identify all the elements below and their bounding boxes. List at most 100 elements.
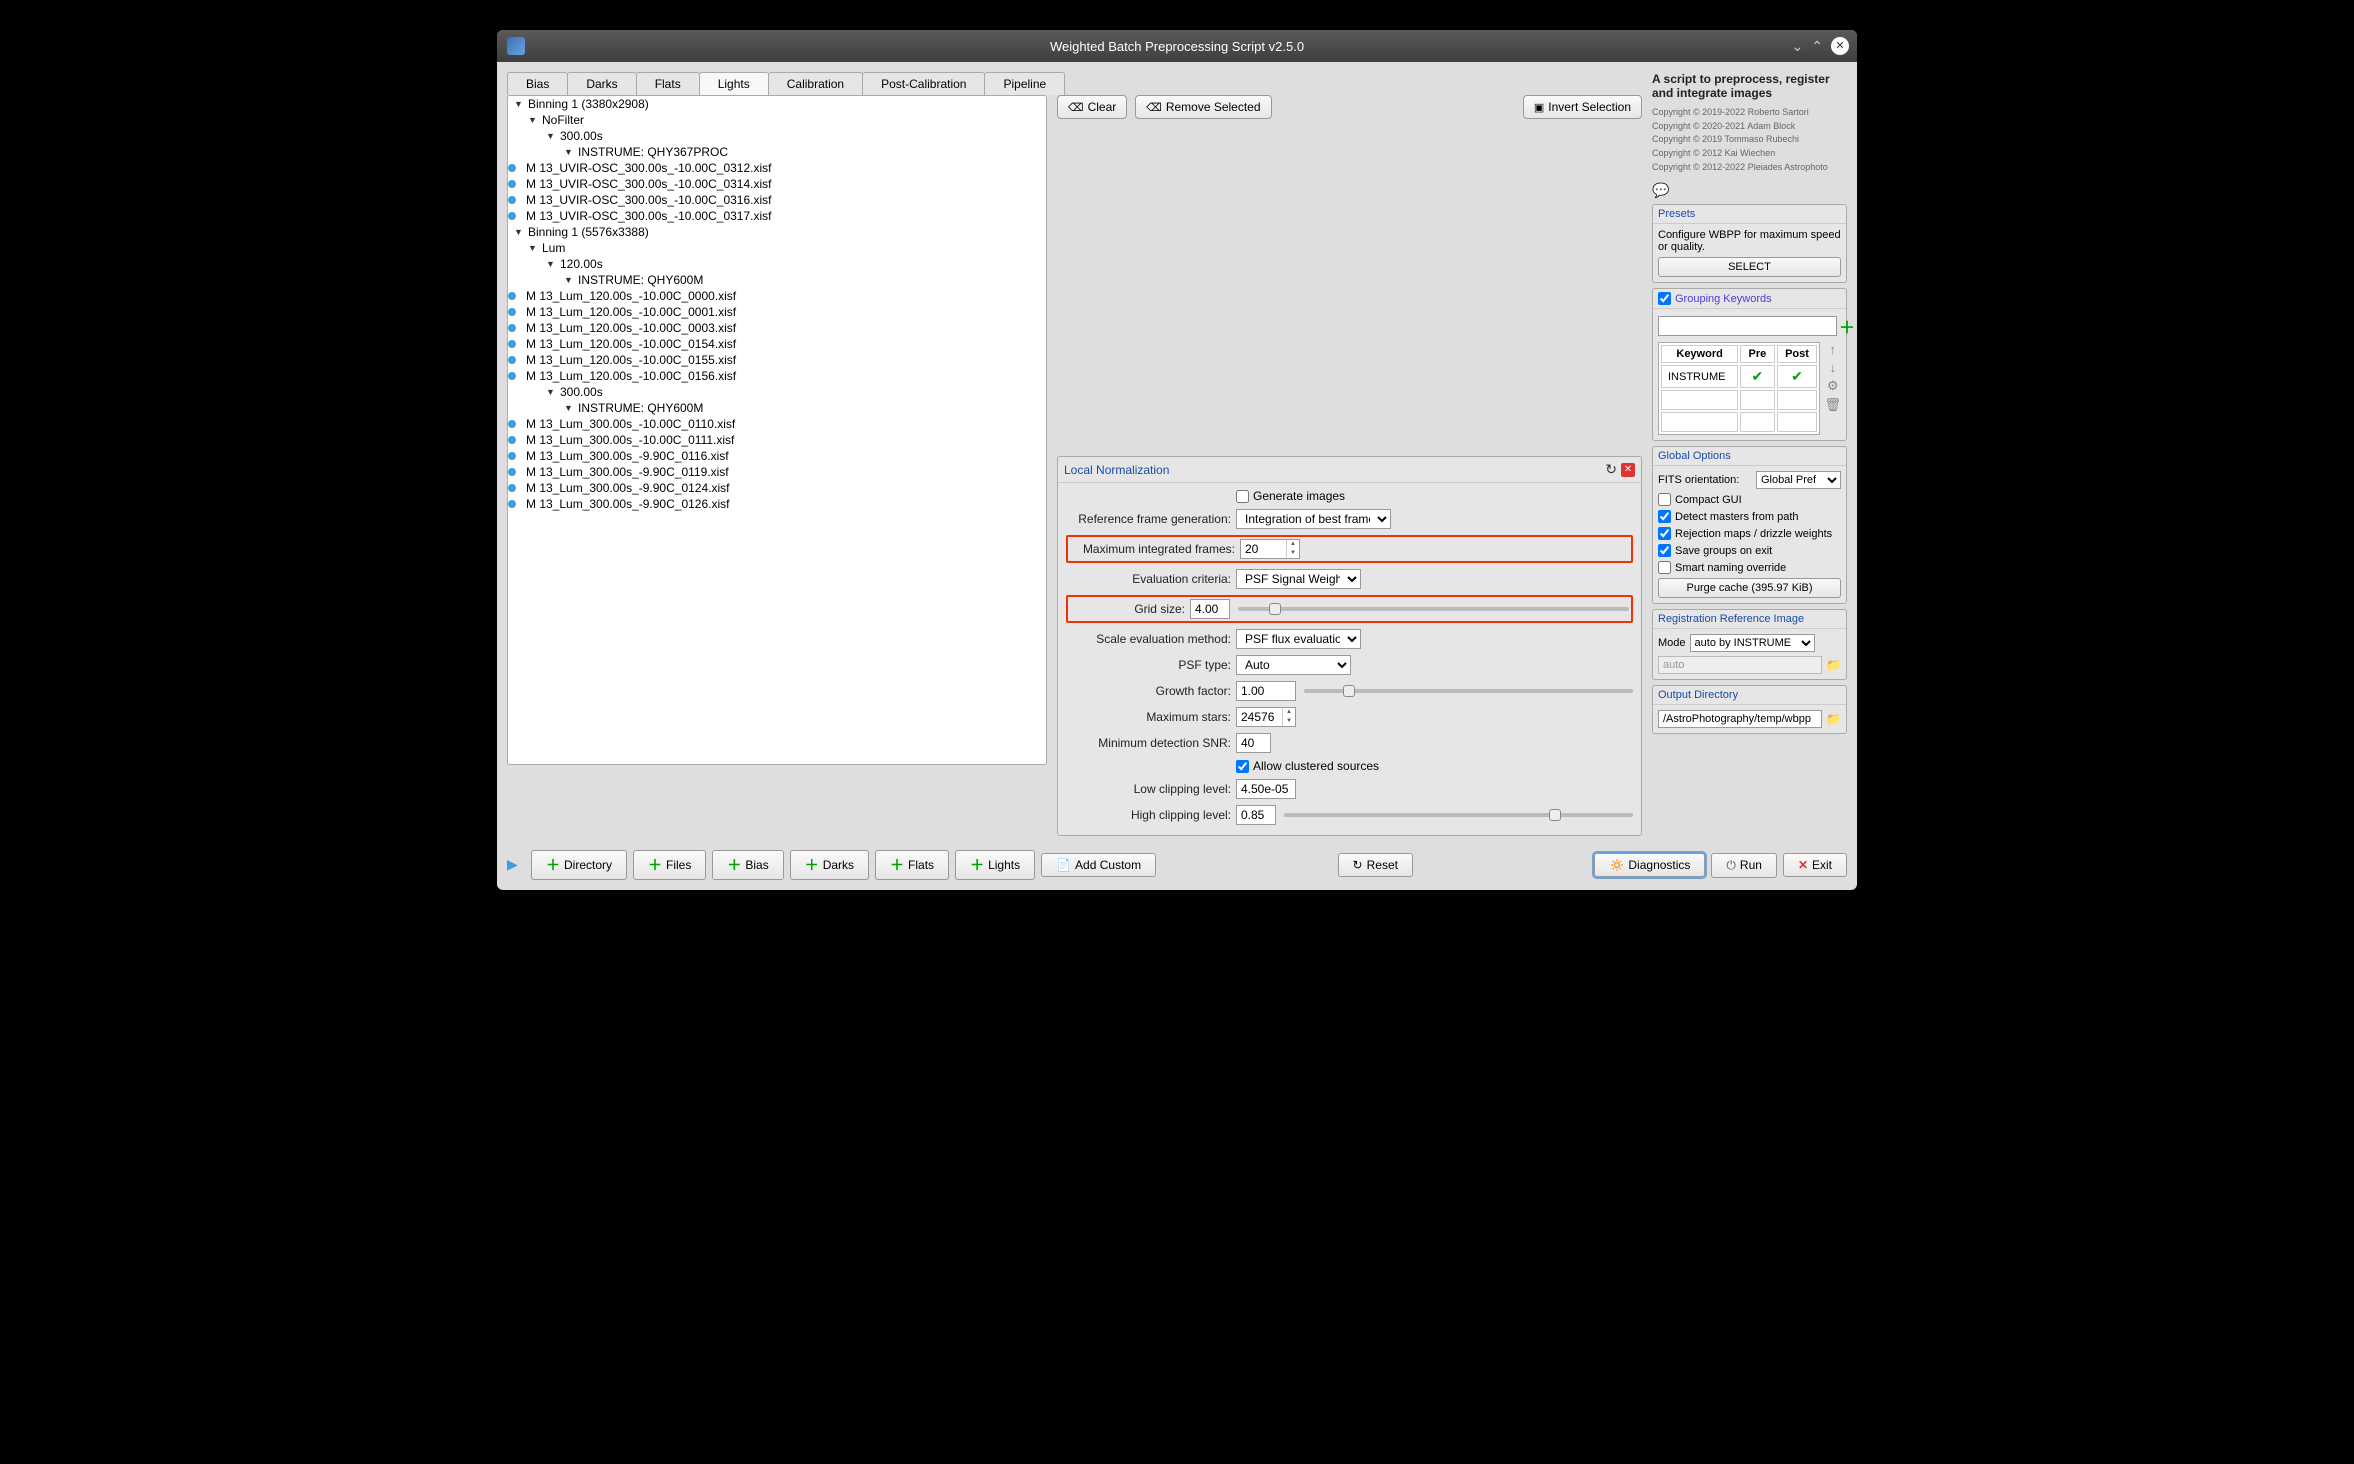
psf-type-select[interactable]: Auto: [1236, 655, 1351, 675]
tree-file[interactable]: M 13_Lum_120.00s_-10.00C_0156.xisf: [526, 369, 736, 383]
tree-file[interactable]: M 13_Lum_300.00s_-9.90C_0116.xisf: [526, 449, 729, 463]
tree-file[interactable]: M 13_UVIR-OSC_300.00s_-10.00C_0316.xisf: [526, 193, 771, 207]
keyword-table[interactable]: KeywordPrePost INSTRUME✔✔: [1658, 342, 1820, 435]
run-button[interactable]: ⏻Run: [1711, 853, 1777, 878]
tree-instrument[interactable]: INSTRUME: QHY600M: [578, 401, 703, 415]
tree-file[interactable]: M 13_Lum_120.00s_-10.00C_0000.xisf: [526, 289, 736, 303]
generate-images-checkbox[interactable]: [1236, 490, 1249, 503]
reg-mode-select[interactable]: auto by INSTRUME: [1690, 634, 1815, 652]
folder-icon[interactable]: 📁: [1826, 712, 1841, 726]
reset-icon[interactable]: ↻: [1605, 461, 1617, 478]
tree-filter[interactable]: NoFilter: [542, 113, 584, 127]
high-clipping-slider[interactable]: [1284, 813, 1633, 817]
add-flats-button[interactable]: ＋Flats: [875, 850, 949, 880]
check-icon: ✔: [1791, 368, 1803, 384]
tree-file[interactable]: M 13_Lum_300.00s_-10.00C_0111.xisf: [526, 433, 734, 447]
add-files-button[interactable]: ＋Files: [633, 850, 706, 880]
max-integrated-frames-input[interactable]: ▲▼: [1240, 539, 1300, 559]
tree-group[interactable]: Binning 1 (5576x3388): [528, 225, 649, 239]
trash-icon[interactable]: 🗑: [1824, 397, 1841, 413]
detect-masters-checkbox[interactable]: [1658, 510, 1671, 523]
file-tree[interactable]: ▼Binning 1 (3380x2908) ▼NoFilter ▼300.00…: [507, 95, 1047, 765]
tree-file[interactable]: M 13_Lum_300.00s_-9.90C_0126.xisf: [526, 497, 729, 511]
growth-factor-input[interactable]: [1236, 681, 1296, 701]
tab-lights[interactable]: Lights: [699, 72, 769, 95]
invert-selection-button[interactable]: ▣Invert Selection: [1523, 95, 1642, 119]
exit-button[interactable]: ✕Exit: [1783, 853, 1847, 877]
tree-filter[interactable]: Lum: [542, 241, 565, 255]
tree-file[interactable]: M 13_Lum_120.00s_-10.00C_0001.xisf: [526, 305, 736, 319]
tree-file[interactable]: M 13_UVIR-OSC_300.00s_-10.00C_0312.xisf: [526, 161, 771, 175]
smart-naming-checkbox[interactable]: [1658, 561, 1671, 574]
tab-post-calibration[interactable]: Post-Calibration: [862, 72, 985, 95]
backspace-icon: ⌫: [1068, 101, 1084, 114]
tree-exposure[interactable]: 120.00s: [560, 257, 603, 271]
gear-icon: 🔅: [1609, 858, 1624, 872]
fits-orientation-select[interactable]: Global Pref: [1756, 471, 1841, 489]
close-icon[interactable]: ✕: [1621, 463, 1635, 477]
reset-button[interactable]: ↻Reset: [1338, 853, 1413, 877]
rejection-maps-checkbox[interactable]: [1658, 527, 1671, 540]
tree-group[interactable]: Binning 1 (3380x2908): [528, 97, 649, 111]
close-icon[interactable]: ✕: [1831, 37, 1849, 55]
add-directory-button[interactable]: ＋Directory: [531, 850, 627, 880]
min-snr-input[interactable]: [1236, 733, 1271, 753]
tree-file[interactable]: M 13_UVIR-OSC_300.00s_-10.00C_0314.xisf: [526, 177, 771, 191]
diagnostics-button[interactable]: 🔅Diagnostics: [1594, 853, 1705, 877]
select-preset-button[interactable]: SELECT: [1658, 257, 1841, 277]
add-custom-button[interactable]: 📄Add Custom: [1041, 853, 1156, 877]
add-lights-button[interactable]: ＋Lights: [955, 850, 1035, 880]
chevron-up-icon[interactable]: ⌃: [1811, 38, 1823, 55]
save-groups-checkbox[interactable]: [1658, 544, 1671, 557]
grid-size-slider[interactable]: [1238, 607, 1629, 611]
window-title: Weighted Batch Preprocessing Script v2.5…: [1050, 39, 1304, 54]
reset-icon: ↻: [1353, 858, 1363, 872]
down-icon[interactable]: ↓: [1829, 360, 1836, 375]
output-dir-input[interactable]: [1658, 710, 1822, 728]
reg-ref-input: [1658, 656, 1822, 674]
clear-button[interactable]: ⌫Clear: [1057, 95, 1127, 119]
chevron-down-icon[interactable]: ⌄: [1792, 38, 1804, 55]
check-icon: ✔: [1752, 368, 1764, 384]
compact-gui-checkbox[interactable]: [1658, 493, 1671, 506]
tree-file[interactable]: M 13_Lum_300.00s_-9.90C_0119.xisf: [526, 465, 729, 479]
gear-icon[interactable]: ⚙: [1827, 378, 1839, 394]
tree-file[interactable]: M 13_UVIR-OSC_300.00s_-10.00C_0317.xisf: [526, 209, 771, 223]
tree-file[interactable]: M 13_Lum_300.00s_-9.90C_0124.xisf: [526, 481, 729, 495]
tab-calibration[interactable]: Calibration: [768, 72, 863, 95]
tab-bias[interactable]: Bias: [507, 72, 568, 95]
grid-size-input[interactable]: [1190, 599, 1230, 619]
presets-panel: Presets Configure WBPP for maximum speed…: [1652, 204, 1847, 283]
tree-exposure[interactable]: 300.00s: [560, 129, 603, 143]
scale-evaluation-select[interactable]: PSF flux evaluation: [1236, 629, 1361, 649]
add-darks-button[interactable]: ＋Darks: [790, 850, 869, 880]
tree-file[interactable]: M 13_Lum_120.00s_-10.00C_0003.xisf: [526, 321, 736, 335]
add-bias-button[interactable]: ＋Bias: [712, 850, 783, 880]
folder-icon[interactable]: 📁: [1826, 658, 1841, 672]
evaluation-criteria-select[interactable]: PSF Signal Weight: [1236, 569, 1361, 589]
allow-clustered-checkbox[interactable]: [1236, 760, 1249, 773]
tree-exposure[interactable]: 300.00s: [560, 385, 603, 399]
tree-file[interactable]: M 13_Lum_300.00s_-10.00C_0110.xisf: [526, 417, 735, 431]
grouping-checkbox[interactable]: [1658, 292, 1671, 305]
remove-selected-button[interactable]: ⌫Remove Selected: [1135, 95, 1271, 119]
add-keyword-button[interactable]: ＋: [1839, 314, 1855, 338]
growth-factor-slider[interactable]: [1304, 689, 1633, 693]
keyword-input[interactable]: [1658, 316, 1837, 336]
tree-file[interactable]: M 13_Lum_120.00s_-10.00C_0154.xisf: [526, 337, 736, 351]
pointer-icon[interactable]: ▶: [507, 856, 525, 874]
tree-file[interactable]: M 13_Lum_120.00s_-10.00C_0155.xisf: [526, 353, 736, 367]
low-clipping-input[interactable]: [1236, 779, 1296, 799]
speech-bubble-icon[interactable]: 💬: [1652, 182, 1847, 199]
reference-frame-select[interactable]: Integration of best frames: [1236, 509, 1391, 529]
tab-pipeline[interactable]: Pipeline: [984, 72, 1065, 95]
grouping-panel: Grouping Keywords ＋ KeywordPrePost INSTR…: [1652, 288, 1847, 441]
tree-instrument[interactable]: INSTRUME: QHY600M: [578, 273, 703, 287]
max-stars-input[interactable]: ▲▼: [1236, 707, 1296, 727]
high-clipping-input[interactable]: [1236, 805, 1276, 825]
up-icon[interactable]: ↑: [1829, 342, 1836, 357]
tab-darks[interactable]: Darks: [567, 72, 636, 95]
purge-cache-button[interactable]: Purge cache (395.97 KiB): [1658, 578, 1841, 598]
tab-flats[interactable]: Flats: [636, 72, 700, 95]
tree-instrument[interactable]: INSTRUME: QHY367PROC: [578, 145, 728, 159]
